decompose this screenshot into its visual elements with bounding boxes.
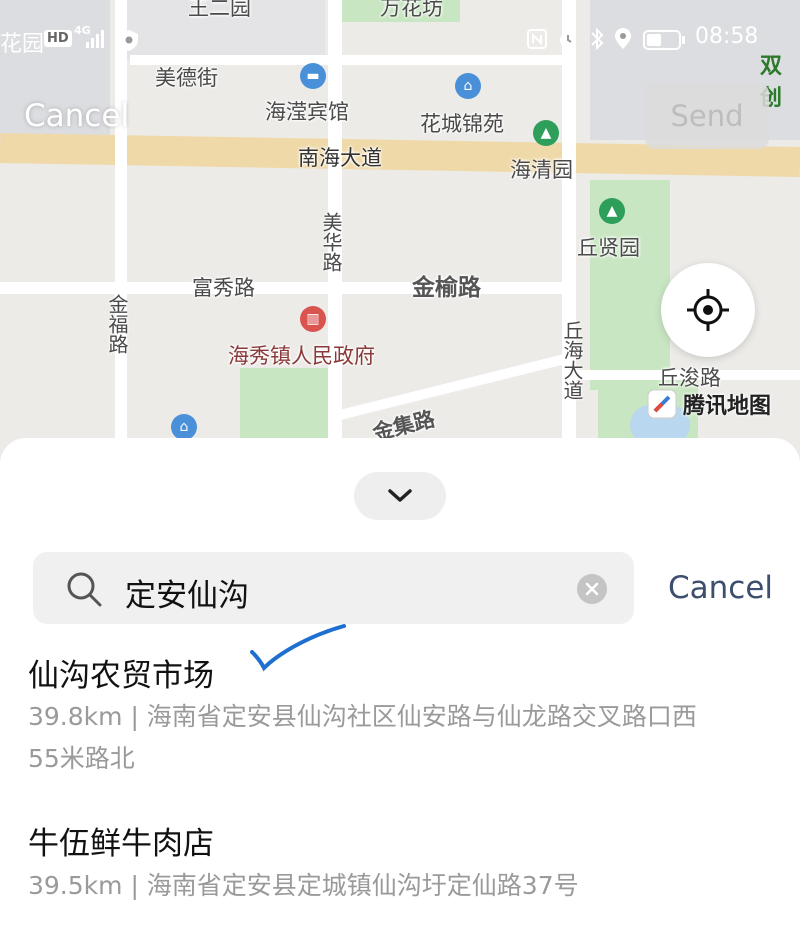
hotel-icon: ▬	[300, 63, 326, 89]
search-icon	[67, 572, 102, 607]
residence-icon: ⌂	[455, 73, 481, 99]
alarm-icon	[556, 27, 580, 57]
search-query: 定安仙沟	[125, 578, 249, 614]
collapse-button[interactable]	[354, 472, 446, 520]
status-left-text: 花园	[0, 32, 45, 57]
result-title: 牛伍鲜牛肉店	[28, 826, 214, 862]
map-label: 花城锦苑	[420, 112, 504, 136]
map-label: 王二园	[188, 0, 251, 20]
map-label: 万花坊	[380, 0, 443, 20]
shield-icon	[118, 28, 140, 58]
location-icon	[613, 26, 633, 58]
map-road	[0, 282, 570, 294]
bluetooth-icon	[588, 26, 606, 58]
map-label: 富秀路	[192, 276, 255, 300]
map-label: 海滢宾馆	[265, 100, 349, 124]
provider-name: 腾讯地图	[683, 394, 772, 419]
map-label: 金福路	[105, 294, 129, 354]
map-label: 金榆路	[412, 275, 481, 301]
map-label: 南海大道	[298, 146, 382, 170]
residence-icon: ⌂	[171, 414, 197, 440]
result-title: 仙沟农贸市场	[28, 658, 214, 694]
close-icon	[585, 582, 599, 596]
park-icon: ▲	[533, 120, 559, 146]
map-label: 海秀镇人民政府	[228, 344, 375, 368]
map-provider-logo: 腾讯地图	[647, 388, 771, 420]
result-item[interactable]: 牛伍鲜牛肉店 39.5km | 海南省定安县定城镇仙沟圩定仙路37号	[0, 808, 800, 918]
checkmark-annotation	[250, 624, 346, 672]
result-item[interactable]: 仙沟农贸市场 39.8km | 海南省定安县仙沟社区仙安路与仙龙路交叉路口西55…	[0, 624, 800, 788]
chevron-down-icon	[388, 489, 412, 502]
map-road	[115, 0, 127, 460]
map-label: 丘海大道	[560, 320, 584, 400]
nfc-icon	[526, 28, 548, 56]
status-bar: 花园 HD 4G 08:58 双创	[0, 22, 800, 111]
hd-badge: HD	[44, 30, 72, 47]
government-icon: ▥	[300, 306, 326, 332]
signal-icon	[84, 28, 106, 56]
clear-search-button[interactable]	[577, 574, 607, 604]
cancel-button[interactable]: Cancel	[24, 98, 129, 134]
cancel-search-button[interactable]: Cancel	[668, 570, 773, 606]
battery-icon	[643, 29, 687, 57]
map-label: 海清园	[510, 158, 573, 182]
map-label: 美华路	[319, 212, 343, 272]
park-icon: ▲	[599, 198, 625, 224]
search-panel: 定安仙沟 Cancel 仙沟农贸市场 39.8km | 海南省定安县仙沟社区仙安…	[0, 438, 800, 936]
map-label: 美德街	[155, 66, 218, 90]
search-input[interactable]: 定安仙沟	[33, 552, 634, 624]
send-button[interactable]: Send	[645, 83, 769, 149]
result-address: 39.5km | 海南省定安县定城镇仙沟圩定仙路37号	[28, 871, 579, 900]
map-label: 丘贤园	[577, 236, 640, 260]
clock-time: 08:58	[695, 24, 759, 49]
result-address: 39.8km | 海南省定安县仙沟社区仙安路与仙龙路交叉路口西55米路北	[28, 702, 697, 773]
compass-icon	[647, 389, 677, 419]
my-location-button[interactable]	[661, 263, 755, 357]
crosshair-icon	[687, 289, 729, 331]
